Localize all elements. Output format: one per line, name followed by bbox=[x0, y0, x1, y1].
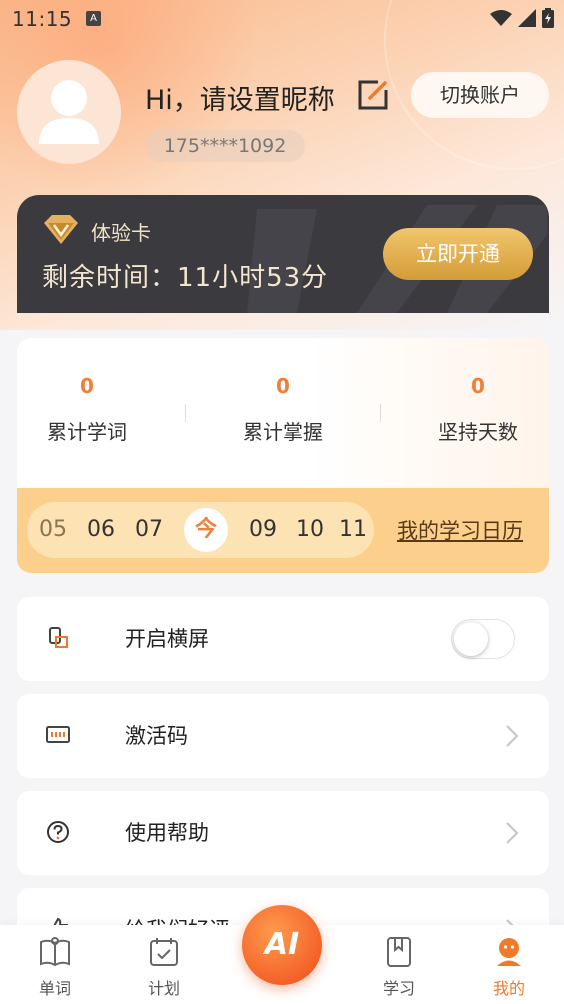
nav-plan[interactable]: 计划 bbox=[124, 935, 204, 999]
book-icon bbox=[40, 937, 70, 967]
toggle-knob bbox=[454, 622, 488, 656]
remaining-time: 剩余时间：11小时53分 bbox=[42, 263, 329, 293]
activation-code-icon bbox=[46, 726, 70, 743]
help-row[interactable]: 使用帮助 bbox=[17, 791, 549, 875]
vip-trial-card: 体验卡 剩余时间：11小时53分 立即开通 bbox=[17, 195, 549, 313]
nav-study[interactable]: 学习 bbox=[359, 935, 439, 999]
date-item[interactable]: 05 bbox=[33, 502, 73, 558]
status-bar: 11:15 A bbox=[0, 0, 564, 38]
stat-divider bbox=[185, 404, 186, 422]
study-stats-card: 0 累计学词 0 累计掌握 0 坚持天数 05 06 07 今 09 10 11… bbox=[17, 338, 549, 573]
avatar[interactable] bbox=[17, 60, 121, 164]
profile-icon bbox=[497, 938, 521, 966]
bookmark-icon bbox=[387, 937, 411, 967]
nav-mine[interactable]: 我的 bbox=[469, 935, 549, 999]
stats-summary: 0 累计学词 0 累计掌握 0 坚持天数 bbox=[17, 338, 549, 488]
user-avatar-icon bbox=[39, 80, 99, 144]
status-icons bbox=[490, 8, 554, 28]
open-membership-button[interactable]: 立即开通 bbox=[383, 228, 533, 280]
nav-label: 学习 bbox=[382, 979, 415, 998]
help-icon bbox=[47, 821, 69, 843]
date-item[interactable]: 06 bbox=[81, 502, 121, 558]
notification-icon: A bbox=[86, 11, 101, 26]
nav-label: 计划 bbox=[147, 979, 180, 998]
date-item[interactable]: 11 bbox=[333, 502, 373, 558]
chevron-right-icon bbox=[506, 725, 519, 747]
landscape-mode-row[interactable]: 开启横屏 bbox=[17, 597, 549, 681]
date-item[interactable]: 07 bbox=[129, 502, 169, 558]
stat-value: 0 bbox=[471, 374, 485, 398]
status-time: 11:15 bbox=[12, 7, 73, 31]
date-today[interactable]: 今 bbox=[184, 508, 228, 552]
vip-card-label: 体验卡 bbox=[91, 221, 151, 245]
nickname-greeting[interactable]: Hi，请设置昵称 bbox=[145, 78, 335, 117]
date-item[interactable]: 09 bbox=[243, 502, 283, 558]
edit-icon bbox=[358, 80, 388, 110]
wifi-icon bbox=[490, 10, 512, 26]
row-label: 开启横屏 bbox=[125, 627, 209, 651]
calendar-check-icon bbox=[150, 938, 178, 966]
stat-label: 累计掌握 bbox=[243, 420, 323, 444]
stat-value: 0 bbox=[80, 374, 94, 398]
ai-assistant-button[interactable]: AI bbox=[242, 905, 322, 985]
signal-icon bbox=[518, 9, 536, 27]
stat-streak-days[interactable]: 0 坚持天数 bbox=[408, 374, 548, 445]
date-item[interactable]: 10 bbox=[290, 502, 330, 558]
row-label: 使用帮助 bbox=[125, 821, 209, 845]
phone-number: 175****1092 bbox=[145, 130, 305, 162]
nav-words[interactable]: 单词 bbox=[15, 935, 95, 999]
stat-divider bbox=[380, 404, 381, 422]
stat-value: 0 bbox=[276, 374, 290, 398]
week-date-strip: 05 06 07 今 09 10 11 bbox=[27, 502, 374, 558]
diamond-badge-icon bbox=[44, 215, 78, 244]
edit-nickname-button[interactable] bbox=[356, 78, 390, 112]
switch-account-button[interactable]: 切换账户 bbox=[411, 72, 549, 118]
chevron-right-icon bbox=[506, 822, 519, 844]
row-label: 激活码 bbox=[125, 724, 188, 748]
stat-label: 坚持天数 bbox=[438, 420, 518, 444]
stat-label: 累计学词 bbox=[47, 420, 127, 444]
activation-code-row[interactable]: 激活码 bbox=[17, 694, 549, 778]
calendar-bar: 05 06 07 今 09 10 11 我的学习日历 bbox=[17, 488, 549, 573]
rotate-screen-icon bbox=[49, 627, 68, 648]
stat-words-mastered[interactable]: 0 累计掌握 bbox=[213, 374, 353, 445]
battery-icon bbox=[542, 8, 554, 28]
landscape-toggle[interactable] bbox=[451, 619, 515, 659]
stat-words-learned[interactable]: 0 累计学词 bbox=[17, 374, 157, 445]
nav-label: 单词 bbox=[38, 979, 71, 998]
study-calendar-link[interactable]: 我的学习日历 bbox=[397, 515, 523, 545]
nav-label: 我的 bbox=[492, 979, 525, 998]
